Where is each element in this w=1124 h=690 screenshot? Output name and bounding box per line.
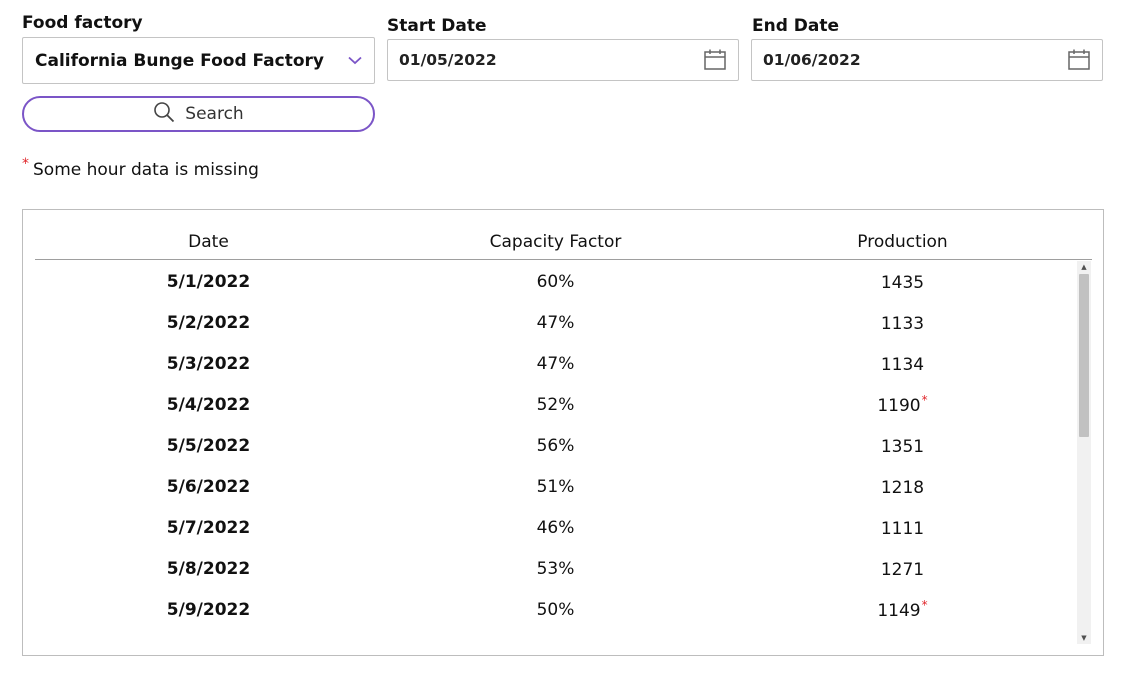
production-value: 1111 <box>880 519 925 539</box>
cell-production: 1111 <box>729 516 1076 539</box>
production-value: 1271 <box>880 560 925 580</box>
end-date-label: End Date <box>752 16 840 36</box>
start-date-label: Start Date <box>387 16 487 36</box>
table-row[interactable]: 5/2/2022 47% 1133 <box>35 302 1076 343</box>
cell-production: 1218 <box>729 475 1076 498</box>
cell-capacity-factor: 60% <box>536 271 575 292</box>
cell-capacity-factor: 51% <box>536 476 575 497</box>
production-value: 1351 <box>880 437 925 457</box>
factory-select-value: California Bunge Food Factory <box>35 50 324 71</box>
factory-select[interactable]: California Bunge Food Factory <box>22 37 375 84</box>
end-date-field[interactable]: 01/06/2022 <box>751 39 1103 81</box>
table-row[interactable]: 5/3/2022 47% 1134 <box>35 343 1076 384</box>
cell-capacity-factor: 47% <box>536 353 575 374</box>
production-table: Date Capacity Factor Production 5/1/2022… <box>22 209 1104 656</box>
missing-data-text: Some hour data is missing <box>33 160 259 180</box>
cell-capacity-factor: 50% <box>536 599 575 620</box>
table-row[interactable]: 5/9/2022 50% 1149* <box>35 589 1076 630</box>
search-icon <box>153 101 175 127</box>
search-button-label: Search <box>185 104 244 124</box>
missing-data-star: * <box>22 156 29 172</box>
production-value: 1435 <box>880 273 925 293</box>
table-header: Date Capacity Factor Production <box>35 210 1092 260</box>
production-value: 1190 <box>877 396 921 416</box>
table-row[interactable]: 5/6/2022 51% 1218 <box>35 466 1076 507</box>
cell-capacity-factor: 56% <box>536 435 575 456</box>
cell-date: 5/8/2022 <box>166 558 251 579</box>
table-row[interactable]: 5/7/2022 46% 1111 <box>35 507 1076 548</box>
cell-production: 1134 <box>729 352 1076 375</box>
production-value: 1149 <box>877 601 921 621</box>
cell-production: 1271 <box>729 557 1076 580</box>
column-header-capacity-factor[interactable]: Capacity Factor <box>382 232 729 252</box>
cell-production: 1351 <box>729 434 1076 457</box>
start-date-value: 01/05/2022 <box>399 51 497 69</box>
missing-data-note: * Some hour data is missing <box>22 156 259 180</box>
missing-data-marker: * <box>921 598 928 612</box>
production-value: 1134 <box>880 355 925 375</box>
start-date-field[interactable]: 01/05/2022 <box>387 39 739 81</box>
cell-date: 5/5/2022 <box>166 435 251 456</box>
production-value: 1133 <box>880 314 925 334</box>
calendar-icon[interactable] <box>703 48 727 72</box>
cell-date: 5/9/2022 <box>166 599 251 620</box>
cell-production: 1435 <box>729 270 1076 293</box>
table-row[interactable]: 5/1/2022 60% 1435 <box>35 261 1076 302</box>
scroll-up-arrow-icon[interactable]: ▲ <box>1077 261 1091 273</box>
scrollbar-thumb[interactable] <box>1079 274 1089 437</box>
end-date-value: 01/06/2022 <box>763 51 861 69</box>
column-header-production[interactable]: Production <box>729 232 1076 252</box>
cell-date: 5/2/2022 <box>166 312 251 333</box>
table-body: 5/1/2022 60% 1435 5/2/2022 47% 1133 5/3/2022 47… <box>35 261 1076 655</box>
missing-data-marker: * <box>921 393 928 407</box>
column-header-date[interactable]: Date <box>35 232 382 252</box>
cell-date: 5/4/2022 <box>166 394 251 415</box>
table-row[interactable]: 5/8/2022 53% 1271 <box>35 548 1076 589</box>
cell-date: 5/7/2022 <box>166 517 251 538</box>
cell-production: 1149* <box>729 598 1076 621</box>
search-button[interactable]: Search <box>22 96 375 132</box>
cell-capacity-factor: 52% <box>536 394 575 415</box>
calendar-icon[interactable] <box>1067 48 1091 72</box>
cell-production: 1190* <box>729 393 1076 416</box>
cell-date: 5/3/2022 <box>166 353 251 374</box>
table-row[interactable]: 5/4/2022 52% 1190* <box>35 384 1076 425</box>
cell-capacity-factor: 47% <box>536 312 575 333</box>
cell-capacity-factor: 46% <box>536 517 575 538</box>
scroll-down-arrow-icon[interactable]: ▼ <box>1077 632 1091 644</box>
chevron-down-icon[interactable] <box>348 54 362 68</box>
cell-date: 5/6/2022 <box>166 476 251 497</box>
cell-date: 5/1/2022 <box>166 271 251 292</box>
production-value: 1218 <box>880 478 925 498</box>
cell-production: 1133 <box>729 311 1076 334</box>
factory-label: Food factory <box>22 13 143 33</box>
cell-capacity-factor: 53% <box>536 558 575 579</box>
table-row[interactable]: 5/5/2022 56% 1351 <box>35 425 1076 466</box>
table-scrollbar[interactable]: ▲ ▼ <box>1077 261 1091 644</box>
